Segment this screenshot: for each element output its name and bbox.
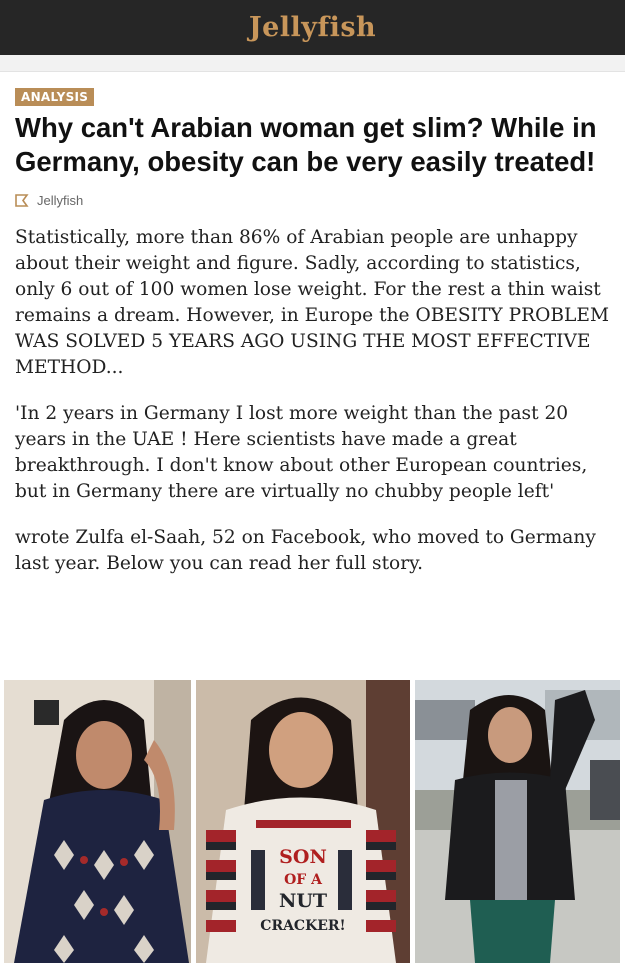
article-headline: Why can't Arabian woman get slim? While … <box>15 112 597 177</box>
author-icon <box>15 194 29 207</box>
category-badge[interactable]: ANALYSIS <box>15 88 95 106</box>
photo-collage: SON OF A NUT CRACKER! <box>4 680 621 963</box>
sweater-text-line-4: CRACKER! <box>260 918 346 934</box>
article-paragraph-3: wrote Zulfa el-Saah, 52 on Facebook, who… <box>15 527 596 574</box>
sweater-text-line-3: NUT <box>278 890 328 912</box>
site-logo[interactable]: Jellyfish <box>249 12 376 43</box>
sweater-text-line-2: OF A <box>284 872 322 888</box>
sweater-text-line-1: SON <box>279 846 327 868</box>
article-author[interactable]: Jellyfish <box>15 193 610 208</box>
article: ANALYSIS Why can't Arabian woman get sli… <box>0 72 625 577</box>
photo-christmas-sweater: SON OF A NUT CRACKER! <box>196 680 410 963</box>
header-divider <box>0 55 625 72</box>
article-paragraph-2: 'In 2 years in Germany I lost more weigh… <box>15 403 588 502</box>
site-header: Jellyfish <box>0 0 625 55</box>
photo-patterned-dress <box>4 680 191 963</box>
author-name: Jellyfish <box>37 193 84 208</box>
photo-black-jacket <box>415 680 620 963</box>
article-paragraph-1: Statistically, more than 86% of Arabian … <box>15 227 609 378</box>
